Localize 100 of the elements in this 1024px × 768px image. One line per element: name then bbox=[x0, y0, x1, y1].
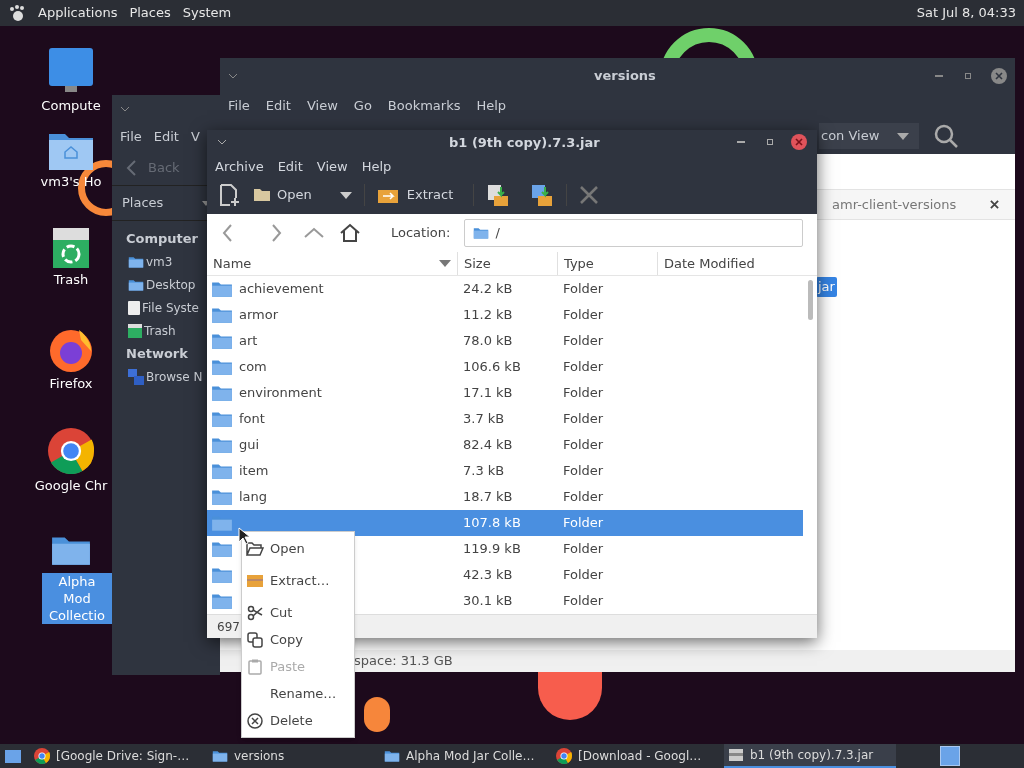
menu-item[interactable]: Help bbox=[361, 157, 392, 177]
scrollbar-thumb[interactable] bbox=[807, 280, 813, 320]
folder-icon bbox=[211, 332, 233, 350]
show-desktop-icon[interactable] bbox=[4, 747, 22, 765]
panel-menu[interactable]: Places bbox=[129, 3, 171, 23]
table-cell-text: 82.4 kB bbox=[462, 436, 514, 455]
menu-item[interactable]: File bbox=[228, 96, 250, 116]
trash-icon bbox=[128, 323, 142, 338]
column-header[interactable]: Type bbox=[557, 252, 657, 275]
file-name: lang bbox=[239, 488, 268, 507]
menu-item[interactable]: Copy bbox=[270, 629, 303, 650]
menu-item[interactable]: Extract… bbox=[270, 570, 330, 591]
column-header[interactable]: Size bbox=[457, 252, 557, 275]
menu-item[interactable]: Go bbox=[353, 96, 372, 116]
table-cell-text: Folder bbox=[562, 358, 605, 377]
open-button[interactable]: Open bbox=[253, 185, 312, 205]
workspace-switcher[interactable] bbox=[940, 746, 960, 766]
sidebar-item[interactable]: vm3 bbox=[146, 252, 173, 271]
table-cell-text: 106.6 kB bbox=[462, 358, 522, 377]
folder-icon bbox=[211, 514, 233, 532]
file-name: achievement bbox=[239, 280, 324, 299]
add-files-icon[interactable] bbox=[486, 183, 511, 208]
network-icon bbox=[128, 368, 144, 385]
menu-item[interactable]: Cut bbox=[270, 602, 293, 623]
menu-item[interactable]: Edit bbox=[265, 96, 291, 116]
taskbar-button[interactable]: [Download - Googl… bbox=[552, 744, 716, 768]
close-tab-icon[interactable] bbox=[990, 200, 999, 209]
menu-item[interactable]: V bbox=[190, 127, 200, 147]
sidebar-item[interactable]: File Syste bbox=[142, 298, 199, 317]
clock[interactable]: Sat Jul 8, 04:33 bbox=[916, 3, 1016, 23]
menu-item[interactable]: Open bbox=[270, 538, 305, 559]
close-icon[interactable] bbox=[791, 134, 807, 151]
location-label: Location: bbox=[391, 224, 451, 243]
menu-item[interactable]: Edit bbox=[153, 127, 179, 147]
taskbar-button[interactable]: [Google Drive: Sign-… bbox=[30, 744, 200, 768]
chevron-icon[interactable] bbox=[228, 73, 238, 79]
panel-menu[interactable]: System bbox=[182, 3, 232, 23]
minimize-icon[interactable] bbox=[737, 141, 745, 144]
desktop-icon-label[interactable]: Firefox bbox=[47, 375, 95, 392]
close-icon[interactable] bbox=[579, 185, 600, 206]
maximize-icon[interactable] bbox=[767, 139, 773, 146]
file-name: armor bbox=[239, 306, 279, 325]
panel-menu[interactable]: Applications bbox=[38, 3, 118, 23]
table-cell-text: 7.3 kB bbox=[462, 462, 506, 481]
home-icon[interactable] bbox=[339, 223, 361, 243]
file-label[interactable]: jar bbox=[816, 277, 837, 297]
table-cell-text: Folder bbox=[562, 306, 605, 325]
file-name: item bbox=[239, 462, 269, 481]
places-dropdown[interactable]: Places bbox=[122, 193, 164, 213]
column-header[interactable]: Date Modified bbox=[657, 252, 803, 275]
menu-item[interactable]: Edit bbox=[277, 157, 303, 177]
sidebar-heading: Network bbox=[125, 345, 189, 363]
taskbar-button[interactable]: b1 (9th copy).7.3.jar bbox=[724, 744, 896, 768]
search-icon[interactable] bbox=[934, 124, 958, 148]
folder-icon bbox=[473, 226, 490, 240]
taskbar-button[interactable]: versions bbox=[208, 744, 372, 768]
menu-item[interactable]: Help bbox=[476, 96, 507, 116]
maximize-icon[interactable] bbox=[965, 73, 971, 79]
menu-item[interactable]: View bbox=[316, 157, 348, 177]
table-cell-text: 78.0 kB bbox=[462, 332, 514, 351]
menu-item[interactable]: Rename… bbox=[270, 683, 337, 704]
add-folder-icon[interactable] bbox=[530, 183, 555, 208]
tab[interactable]: amr-client-versions bbox=[832, 194, 957, 215]
clipboard-icon bbox=[248, 658, 262, 675]
menu-item[interactable]: Archive bbox=[215, 157, 264, 177]
table-cell-text: 18.7 kB bbox=[462, 488, 514, 507]
new-file-icon[interactable] bbox=[217, 183, 241, 208]
table-cell-text: Folder bbox=[562, 384, 605, 403]
menu-item[interactable]: Bookmarks bbox=[387, 96, 461, 116]
sort-arrow-icon bbox=[439, 260, 451, 267]
extract-button[interactable]: Extract bbox=[376, 185, 454, 205]
menu-item[interactable]: File bbox=[120, 127, 142, 147]
desktop-icon-label[interactable]: Compute bbox=[39, 97, 103, 114]
menu-item[interactable]: Delete bbox=[270, 710, 313, 731]
chevron-icon[interactable] bbox=[217, 139, 227, 146]
wallpaper-bubble bbox=[364, 697, 390, 732]
view-mode-dropdown[interactable]: con View bbox=[819, 123, 919, 149]
folder-icon bbox=[211, 436, 233, 454]
trash-icon bbox=[53, 228, 89, 268]
folder-icon bbox=[211, 280, 233, 298]
table-cell-text: 3.7 kB bbox=[462, 410, 506, 429]
folder-icon bbox=[211, 488, 233, 506]
chevron-icon[interactable] bbox=[120, 106, 130, 112]
location-field[interactable]: / bbox=[464, 219, 803, 247]
desktop-icon-label[interactable]: Google Chr bbox=[32, 477, 110, 494]
chrome-logo-icon bbox=[34, 748, 50, 764]
taskbar-button[interactable]: Alpha Mod Jar Colle… bbox=[380, 744, 544, 768]
folder-icon bbox=[128, 254, 144, 269]
sidebar-item[interactable]: Browse N bbox=[146, 367, 203, 386]
dropdown-arrow-icon[interactable] bbox=[339, 191, 352, 199]
archive-icon bbox=[728, 748, 744, 762]
close-icon[interactable] bbox=[991, 68, 1007, 84]
sidebar-item[interactable]: Desktop bbox=[146, 275, 196, 294]
desktop-icon-label[interactable]: Trash bbox=[51, 271, 91, 288]
sidebar-heading: Computer bbox=[125, 230, 200, 248]
menu-item[interactable]: View bbox=[306, 96, 338, 116]
column-header[interactable]: Name bbox=[207, 252, 457, 275]
desktop-icon-label[interactable]: vm3's Ho bbox=[38, 173, 104, 190]
open-folder-icon bbox=[246, 541, 264, 556]
sidebar-item[interactable]: Trash bbox=[144, 321, 176, 340]
